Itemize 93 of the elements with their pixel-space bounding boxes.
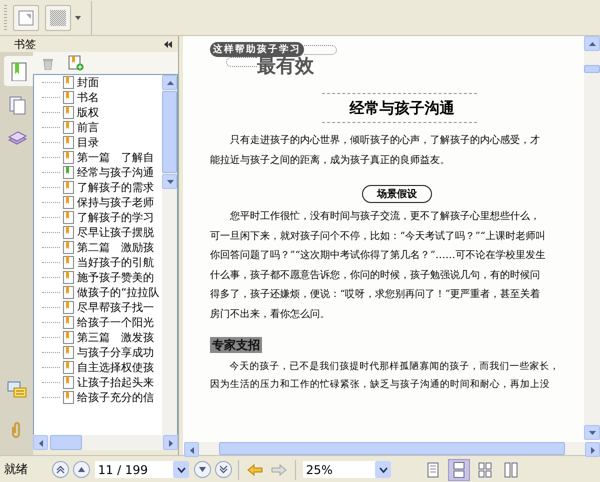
scrollbar[interactable] [184,442,600,455]
bookmark-item[interactable]: 尽早让孩子摆脱 [77,226,154,240]
scroll-arrow-button[interactable] [584,425,600,440]
continuous-pages-icon [452,462,466,478]
left-arrow-icon [247,464,263,476]
scrollbar[interactable] [162,75,177,435]
bookmark-item[interactable]: 施予孩子赞美的 [77,270,154,284]
bookmark-item[interactable]: 第三篇 激发孩 [77,330,154,344]
caret-icon [588,428,596,436]
chapter-heading: 经常与孩子沟通 [348,98,456,119]
caret-icon [36,438,44,446]
bookmark-item[interactable]: 前言 [77,120,99,134]
scroll-arrow-button[interactable] [584,36,600,51]
scenario-paragraph: 您平时工作很忙，没有时间与孩子交流，更不了解孩子心里想些什么，可一旦闲下来，就对孩子问个不停，比如：“今天考试了吗？”“上课时老师叫你回答问题了吗？”“这次期中考试你得了第几名？”……可不论在学校里发生什么事，孩子都不愿意告诉您，你问的时候，孩子勉强说几句，有的时候问得多了，孩子还嫌烦，便说：“哎呀，求您别再问了！”更严重者，甚至关着房门不出来，看你怎么问。 [210,210,546,322]
pattern-tool-button[interactable] [45,4,71,30]
two-pages-icon [504,462,518,478]
view-mode-button[interactable] [448,458,470,480]
bookmark-item[interactable]: 第一篇 了解自 [77,150,154,164]
bookmark-item[interactable]: 书名 [77,90,99,104]
bookmark-item[interactable]: 版权 [77,106,99,120]
last-page-icon [219,465,228,474]
bookmark-item[interactable]: 当好孩子的引航 [77,256,154,270]
bookmark-item[interactable]: 第二篇 激励孩 [77,240,154,254]
bookmark-item[interactable]: 自主选择权使孩 [77,360,154,374]
dotted-outline [304,44,337,54]
bookmark-item[interactable]: 尽早帮孩子找一 [77,300,154,314]
bookmark-item[interactable]: 给孩子一个阳光 [77,316,154,330]
previous-page-icon [77,465,86,474]
bookmark-item[interactable]: 经常与孩子沟通 [77,166,154,180]
single-page-icon [426,462,440,478]
intro-paragraph: 只有走进孩子的内心世界，倾听孩子的心声，了解孩子的内心感受，才能拉近与孩子之间的距离，成为孩子真正的良师益友。 [210,134,541,168]
body-paragraph: 今天的孩子，已不是我们孩提时代那样孤陋寡闻的孩子，而我们一些家长，因为生活的压力和工作的忙碌紧张，缺乏与孩子沟通的时间和耐心，再加上没 [210,360,560,392]
caret-icon [166,78,174,86]
scroll-arrow-button[interactable] [163,435,178,450]
panel-tab[interactable] [4,56,33,86]
caret-icon [176,466,186,474]
section-heading: 专家支招 [210,337,262,353]
bookmark-item[interactable]: 让孩子抬起头来 [77,376,154,390]
checker-icon [49,8,67,26]
first-page-button[interactable] [52,461,69,478]
next-page-icon [198,465,207,474]
dropdown-button[interactable] [173,461,189,478]
scroll-arrow-button[interactable] [162,174,177,189]
scroll-thumb[interactable] [219,442,565,455]
caret-icon [588,40,596,48]
scrollbar[interactable] [33,435,178,450]
scroll-arrow-button[interactable] [33,435,48,450]
caret-icon [166,178,174,186]
caret-icon [166,438,174,446]
scroll-thumb[interactable] [584,65,600,73]
page-number-field[interactable]: 11 / 199 [94,460,190,479]
bookmark-item[interactable]: 与孩子分享成功 [77,346,154,360]
bookmark-item[interactable]: 给孩子充分的信 [77,390,154,404]
previous-page-button[interactable] [73,461,90,478]
dotted-outline [226,57,257,67]
dropdown-button[interactable] [375,461,391,478]
series-subtitle: 最有效 [257,55,314,77]
status-text: 就绪 [3,461,29,478]
bookmark-item[interactable]: 目录 [77,136,99,150]
last-page-button[interactable] [215,461,232,478]
new-bookmark-icon[interactable] [68,55,84,71]
scroll-arrow-button[interactable] [585,442,600,457]
caret-icon[interactable] [75,16,81,20]
bookmark-item[interactable]: 做孩子的“拉拉队 [77,286,160,300]
panel-title: 书签 [14,36,36,52]
scroll-arrow-button[interactable] [162,75,177,90]
bookmark-item[interactable]: 了解孩子的需求 [77,180,154,194]
back-button[interactable] [245,464,265,476]
scroll-arrow-button[interactable] [184,442,199,457]
bookmark-icon [8,61,28,81]
bookmark-item[interactable]: 封面 [77,76,99,90]
page-number: 11 / 199 [97,462,149,476]
collapse-icon[interactable] [164,40,172,48]
first-page-icon [56,465,65,474]
section-label: 场景假设 [362,185,432,203]
zoom-field[interactable]: 25% [302,460,392,479]
scrollbar[interactable] [584,36,600,440]
paperclip-icon [12,422,21,438]
series-title: 这样帮助孩子学习 [210,42,304,57]
pages-icon [6,95,26,115]
next-page-button[interactable] [194,461,211,478]
comments-icon [6,380,26,400]
trash-icon[interactable] [42,56,54,70]
scroll-thumb[interactable] [50,435,82,450]
right-arrow-icon [271,464,287,476]
note-tool-button[interactable] [13,4,39,30]
scroll-thumb[interactable] [162,91,177,173]
zoom-value: 25% [305,462,334,476]
bookmark-item[interactable]: 了解孩子的学习 [77,210,154,224]
grid-pages-icon [478,462,492,478]
caret-icon [378,466,388,474]
note-icon [17,8,35,26]
bookmark-item[interactable]: 保持与孩子老师 [77,196,154,210]
